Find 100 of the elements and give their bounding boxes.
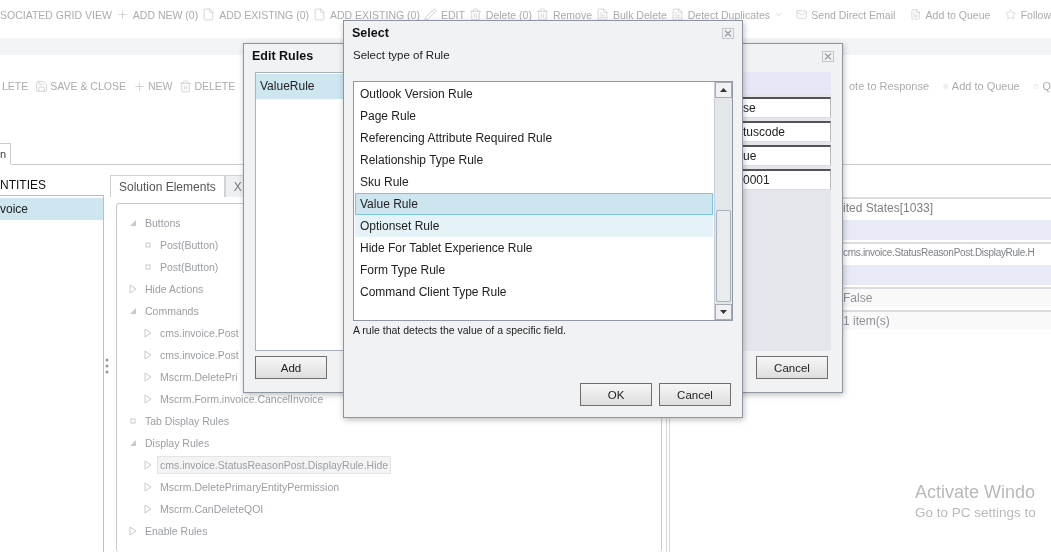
tree-item[interactable]: Display Rules xyxy=(142,434,213,452)
expanded-arrow-icon[interactable] xyxy=(129,439,137,447)
toolbar-button[interactable]: Add to Queue xyxy=(951,80,1020,92)
list-option[interactable]: Outlook Version Rule xyxy=(355,83,713,105)
collapsed-arrow-icon[interactable] xyxy=(144,394,152,404)
toolbar-button[interactable]: DELETE xyxy=(194,80,236,92)
prompt-text: Select type of Rule xyxy=(352,48,451,63)
document-icon xyxy=(910,8,922,21)
document-icon xyxy=(596,8,610,21)
activation-notice-text: Go to PC settings to xyxy=(915,505,1036,520)
scrollbar-thumb[interactable] xyxy=(716,210,731,302)
toolbar-button[interactable]: NEW xyxy=(147,80,173,92)
ok-button[interactable]: OK xyxy=(580,383,652,406)
tree-item[interactable]: Mscrm.CanDeleteQOI xyxy=(157,500,267,518)
tree-item[interactable]: cms.invoice.StatusReasonPost.DisplayRule.Hide xyxy=(157,456,392,474)
plus-icon xyxy=(115,8,129,21)
cancel-button[interactable]: Cancel xyxy=(756,356,828,379)
close-icon[interactable] xyxy=(722,27,734,39)
tree-item[interactable]: Buttons xyxy=(142,214,184,232)
page-tab[interactable]: n xyxy=(0,143,12,165)
collapsed-arrow-icon[interactable] xyxy=(129,284,137,294)
document-icon xyxy=(670,8,684,21)
star-icon xyxy=(1005,8,1017,21)
activation-notice-title: Activate Windo xyxy=(915,482,1036,503)
toolbar-button[interactable]: ADD NEW (0) xyxy=(132,8,199,21)
collapsed-arrow-icon[interactable] xyxy=(144,460,152,470)
list-option[interactable]: Form Type Rule xyxy=(355,259,713,281)
text-field[interactable]: ited States[1033] xyxy=(841,197,1051,217)
collapsed-arrow-icon[interactable] xyxy=(144,372,152,382)
save-icon xyxy=(35,79,49,93)
add-button[interactable]: Add xyxy=(255,356,327,379)
tree-item[interactable]: Post(Button) xyxy=(157,236,222,254)
collapsed-arrow-icon[interactable] xyxy=(144,504,152,514)
section-heading: NTITIES xyxy=(0,177,47,194)
text-field[interactable]: tuscode xyxy=(742,121,831,142)
read-only-field: False xyxy=(841,287,1051,307)
down-arrow-icon xyxy=(720,310,727,314)
close-icon[interactable] xyxy=(822,50,834,62)
bullet-icon xyxy=(144,263,152,271)
collapsed-arrow-icon[interactable] xyxy=(144,350,152,360)
dialog-title: Edit Rules xyxy=(252,49,314,63)
document-icon xyxy=(313,8,327,21)
description-text: A rule that detects the value of a specific field. xyxy=(352,323,568,336)
list-option[interactable]: Optionset Rule xyxy=(355,215,713,237)
splitter-handle-icon[interactable] xyxy=(105,358,109,374)
toolbar-button[interactable]: Detect Duplicates xyxy=(687,8,771,21)
bullet-icon xyxy=(129,417,137,425)
read-only-field: 1 item(s) xyxy=(841,310,1051,330)
collapsed-arrow-icon[interactable] xyxy=(144,482,152,492)
toolbar-button[interactable]: Send Direct Email xyxy=(811,8,896,21)
entity-item[interactable]: voice xyxy=(0,198,103,220)
toolbar-button[interactable]: Q xyxy=(1042,80,1051,92)
trash-icon xyxy=(468,8,482,21)
toolbar-button[interactable]: Add to Queue xyxy=(925,8,991,21)
trash-icon xyxy=(535,8,549,21)
list-option[interactable]: Sku Rule xyxy=(355,171,713,193)
rule-item[interactable]: ValueRule xyxy=(256,74,344,99)
tree-item[interactable]: Mscrm.DeletePrimaryEntityPermission xyxy=(157,478,343,496)
toolbar-button[interactable]: Remove xyxy=(552,8,593,21)
tree-item[interactable]: Mscrm.Form.invoice.CancelInvoice xyxy=(157,390,327,408)
text-field[interactable]: se xyxy=(742,97,831,118)
list-option[interactable]: Page Rule xyxy=(355,105,713,127)
tree-item[interactable]: Commands xyxy=(142,302,202,320)
toolbar-button[interactable]: SAVE & CLOSE xyxy=(50,80,126,92)
tree-item[interactable]: cms.invoice.Post xyxy=(157,346,242,364)
list-option[interactable]: Referencing Attribute Required Rule xyxy=(355,127,713,149)
bullet-icon xyxy=(144,241,152,249)
toolbar-button[interactable]: Follow xyxy=(1020,8,1051,21)
toolbar-button[interactable]: ADD EXISTING (0) xyxy=(219,8,310,21)
list-option[interactable]: Value Rule xyxy=(355,193,713,215)
mail-icon xyxy=(796,8,808,21)
tree-item[interactable]: cms.invoice.Post xyxy=(157,324,242,342)
toolbar-button[interactable]: LETE xyxy=(2,80,29,92)
up-arrow-icon xyxy=(720,88,727,92)
text-field[interactable]: ue xyxy=(742,145,831,166)
collapsed-arrow-icon[interactable] xyxy=(144,328,152,338)
collapsed-arrow-icon[interactable] xyxy=(129,526,137,536)
scroll-up-button[interactable] xyxy=(715,82,732,98)
toolbar-button[interactable]: Bulk Delete xyxy=(613,8,667,21)
list-option[interactable]: Command Client Type Rule xyxy=(355,281,713,303)
tree-item[interactable]: Enable Rules xyxy=(142,522,211,540)
pencil-icon xyxy=(423,8,437,21)
panel-tab[interactable]: Solution Elements xyxy=(110,175,225,197)
list-option[interactable]: Hide For Tablet Experience Rule xyxy=(355,237,713,259)
toolbar-button[interactable]: EDIT xyxy=(440,8,465,21)
plus-icon xyxy=(132,79,146,93)
tree-item[interactable]: Mscrm.DeletePri xyxy=(157,368,241,386)
trash-icon xyxy=(179,79,193,93)
dialog-title: Select xyxy=(352,26,389,40)
expanded-arrow-icon[interactable] xyxy=(129,307,137,315)
cancel-button[interactable]: Cancel xyxy=(659,383,731,406)
scroll-down-button[interactable] xyxy=(715,304,732,320)
toolbar-button[interactable]: SOCIATED GRID VIEW xyxy=(0,8,112,21)
expanded-arrow-icon[interactable] xyxy=(129,219,137,227)
toolbar-button[interactable]: ote to Response xyxy=(849,80,930,92)
text-field[interactable]: 0001 xyxy=(742,169,831,190)
tree-item[interactable]: Post(Button) xyxy=(157,258,222,276)
list-option[interactable]: Relationship Type Rule xyxy=(355,149,713,171)
tree-item[interactable]: Hide Actions xyxy=(142,280,207,298)
tree-item[interactable]: Tab Display Rules xyxy=(142,412,233,430)
